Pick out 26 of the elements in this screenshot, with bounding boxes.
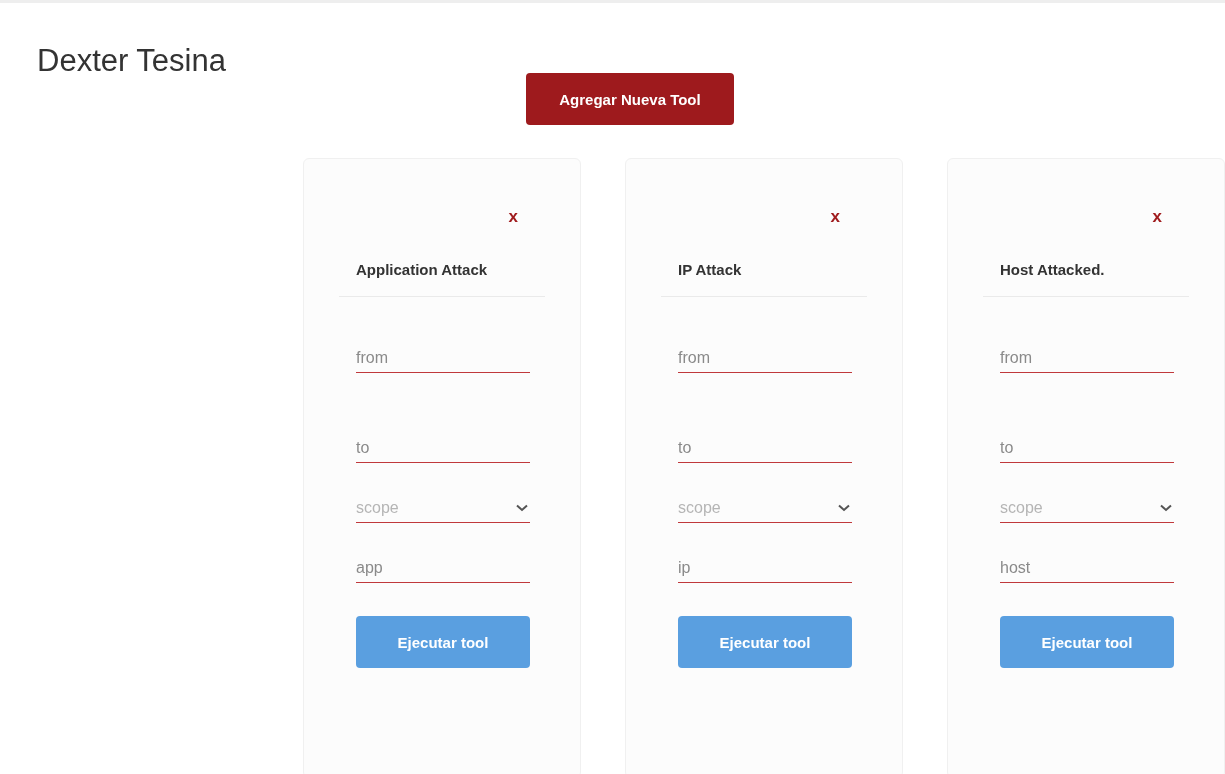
input-field[interactable]: from xyxy=(678,343,852,373)
chevron-down-icon xyxy=(838,503,850,512)
input-field[interactable]: ip xyxy=(678,553,852,583)
card-title: Host Attacked. xyxy=(983,261,1189,297)
card-title: Application Attack xyxy=(339,261,545,297)
input-field[interactable]: from xyxy=(356,343,530,373)
chevron-down-icon xyxy=(516,503,528,512)
scope-dropdown[interactable]: scope xyxy=(356,493,530,523)
page-title: Dexter Tesina xyxy=(36,42,227,79)
input-field[interactable]: to xyxy=(678,433,852,463)
scope-dropdown[interactable]: scope xyxy=(1000,493,1174,523)
close-button[interactable]: x xyxy=(1152,207,1162,227)
input-field[interactable]: to xyxy=(1000,433,1174,463)
close-button[interactable]: x xyxy=(830,207,840,227)
chevron-down-icon xyxy=(1160,503,1172,512)
input-field[interactable]: to xyxy=(356,433,530,463)
run-tool-button[interactable]: Ejecutar tool xyxy=(678,616,852,668)
card-title: IP Attack xyxy=(661,261,867,297)
input-field[interactable]: host xyxy=(1000,553,1174,583)
run-tool-button[interactable]: Ejecutar tool xyxy=(356,616,530,668)
input-field[interactable]: from xyxy=(1000,343,1174,373)
close-button[interactable]: x xyxy=(508,207,518,227)
input-field[interactable]: app xyxy=(356,553,530,583)
scope-dropdown[interactable]: scope xyxy=(678,493,852,523)
add-tool-button[interactable]: Agregar Nueva Tool xyxy=(526,73,734,125)
run-tool-button[interactable]: Ejecutar tool xyxy=(1000,616,1174,668)
